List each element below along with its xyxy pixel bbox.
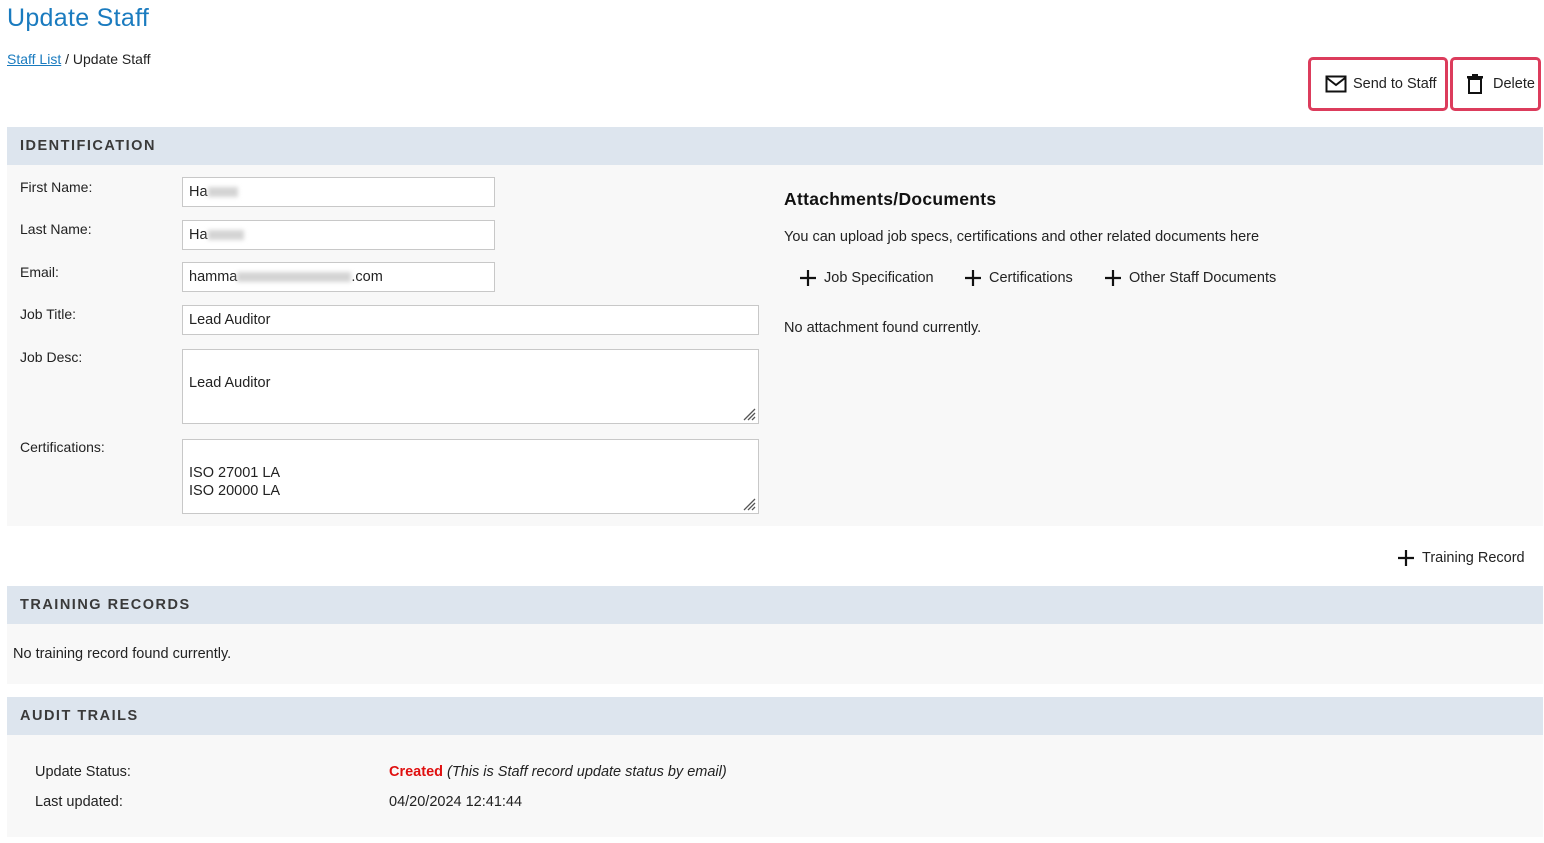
plus-icon	[1105, 270, 1121, 286]
add-job-specification-button[interactable]: Job Specification	[800, 270, 934, 286]
certifications-value: ISO 27001 LA ISO 20000 LA	[189, 465, 281, 499]
job-title-label: Job Title:	[20, 306, 77, 322]
email-value-start: hamma	[189, 269, 238, 285]
add-other-documents-label: Other Staff Documents	[1129, 270, 1277, 286]
email-label: Email:	[20, 264, 59, 280]
breadcrumb-separator: /	[61, 51, 73, 67]
first-name-label: First Name:	[20, 179, 93, 195]
breadcrumb: Staff List / Update Staff	[7, 51, 150, 67]
first-name-value: Ha	[189, 184, 208, 200]
attachments-description: You can upload job specs, certifications…	[784, 229, 1260, 245]
page-title: Update Staff	[7, 4, 150, 32]
delete-label: Delete	[1493, 76, 1535, 92]
last-updated-label: Last updated:	[35, 794, 123, 810]
certifications-label: Certifications:	[20, 439, 105, 455]
send-to-staff-label: Send to Staff	[1353, 76, 1437, 92]
training-records-section: TRAINING RECORDS No training record foun…	[7, 586, 1543, 684]
certifications-textarea[interactable]: ISO 27001 LA ISO 20000 LA	[182, 439, 759, 514]
job-title-value: Lead Auditor	[189, 312, 271, 328]
email-value-end: .com	[351, 269, 383, 285]
mail-icon	[1325, 75, 1347, 93]
plus-icon	[965, 270, 981, 286]
audit-trails-section: AUDIT TRAILS Update Status: Created (Thi…	[7, 697, 1543, 837]
identification-heading: IDENTIFICATION	[7, 127, 1543, 165]
job-desc-textarea[interactable]: Lead Auditor	[182, 349, 759, 424]
first-name-field[interactable]: Ha	[182, 177, 495, 207]
last-name-label: Last Name:	[20, 221, 92, 237]
breadcrumb-staff-list-link[interactable]: Staff List	[7, 51, 61, 67]
delete-button[interactable]: Delete	[1450, 57, 1541, 111]
email-field[interactable]: hamma .com	[182, 262, 495, 292]
add-certifications-button[interactable]: Certifications	[965, 270, 1073, 286]
redacted-text	[207, 230, 244, 241]
update-status-label: Update Status:	[35, 764, 131, 780]
job-desc-value: Lead Auditor	[189, 375, 271, 391]
job-desc-label: Job Desc:	[20, 349, 83, 365]
redacted-text	[207, 187, 238, 198]
resize-handle-icon[interactable]	[742, 497, 756, 511]
no-training-record-text: No training record found currently.	[13, 646, 232, 662]
plus-icon	[1398, 550, 1414, 566]
update-status-note: (This is Staff record update status by e…	[447, 764, 727, 780]
update-status-row: Created (This is Staff record update sta…	[389, 764, 727, 780]
plus-icon	[800, 270, 816, 286]
attachments-heading: Attachments/Documents	[784, 189, 997, 209]
send-to-staff-button[interactable]: Send to Staff	[1308, 57, 1448, 111]
job-title-field[interactable]: Lead Auditor	[182, 305, 759, 335]
no-attachment-text: No attachment found currently.	[784, 320, 982, 336]
audit-trails-heading: AUDIT TRAILS	[7, 697, 1543, 735]
add-training-record-label: Training Record	[1422, 550, 1525, 566]
update-status-value: Created	[389, 764, 443, 780]
breadcrumb-current: Update Staff	[72, 51, 151, 67]
last-name-field[interactable]: Ha	[182, 220, 495, 250]
last-name-value: Ha	[189, 227, 208, 243]
add-job-specification-label: Job Specification	[824, 270, 934, 286]
last-updated-value: 04/20/2024 12:41:44	[389, 794, 523, 810]
redacted-text	[237, 272, 352, 283]
training-records-heading: TRAINING RECORDS	[7, 586, 1543, 624]
trash-icon	[1467, 74, 1483, 94]
resize-handle-icon[interactable]	[742, 407, 756, 421]
add-certifications-label: Certifications	[989, 270, 1073, 286]
add-training-record-button[interactable]: Training Record	[1398, 550, 1525, 566]
add-other-documents-button[interactable]: Other Staff Documents	[1105, 270, 1276, 286]
